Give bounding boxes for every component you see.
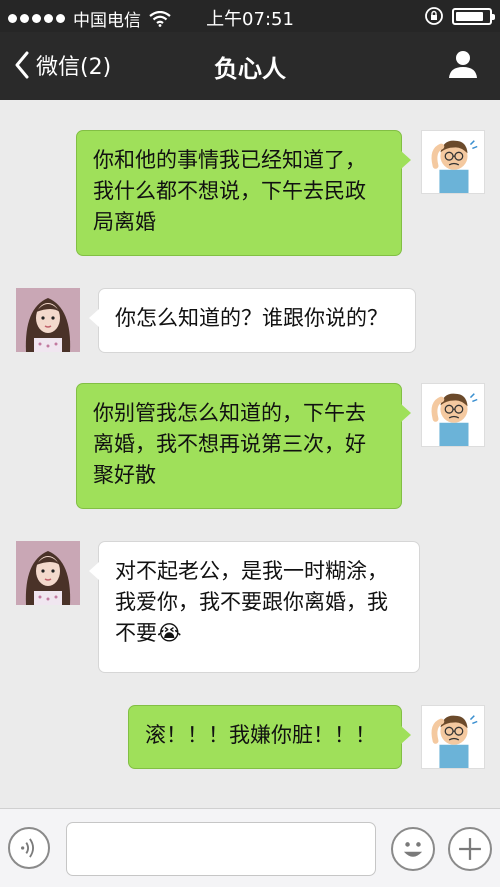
contact-avatar[interactable] — [16, 288, 80, 352]
voice-icon — [21, 838, 34, 858]
girl-photo-avatar-icon — [16, 541, 80, 605]
status-right — [424, 6, 495, 26]
my-avatar[interactable] — [421, 130, 485, 194]
smiley-icon — [403, 842, 423, 857]
cartoon-man-avatar-icon — [431, 393, 478, 446]
battery-fill — [456, 11, 484, 21]
cartoon-man-avatar-icon — [431, 715, 478, 768]
status-bar: 中国电信 上午07:51 — [0, 0, 500, 32]
message-text: 对不起老公，是我一时糊涂，我爱你，我不要跟你离婚，我不要 — [115, 559, 388, 645]
back-label: 微信(2) — [36, 55, 112, 80]
back-button[interactable]: 微信(2) — [14, 49, 111, 81]
emoji-button[interactable] — [391, 827, 435, 871]
message-bubble-sent[interactable]: 你别管我怎么知道的，下午去离婚，我不想再说第三次，好聚好散 — [76, 383, 411, 509]
input-bar — [0, 808, 500, 887]
chevron-left-icon — [15, 51, 29, 79]
girl-photo-avatar-icon — [16, 288, 80, 352]
plus-icon — [459, 838, 481, 860]
message-input[interactable] — [66, 822, 376, 876]
person-icon — [449, 51, 477, 78]
crying-emoji-icon: 😭 — [157, 621, 182, 645]
battery-icon — [452, 7, 495, 25]
more-button[interactable] — [448, 827, 492, 871]
contact-avatar[interactable] — [16, 541, 80, 605]
message-bubble-received[interactable]: 对不起老公，是我一时糊涂，我爱你，我不要跟你离婚，我不要😭 — [89, 541, 420, 673]
my-avatar[interactable] — [421, 705, 485, 769]
voice-button[interactable] — [8, 827, 50, 869]
message-bubble-sent[interactable]: 你和他的事情我已经知道了，我什么都不想说，下午去民政局离婚 — [76, 130, 411, 256]
profile-button[interactable] — [448, 49, 478, 83]
rotation-lock-icon — [425, 7, 443, 25]
chat-area: 你和他的事情我已经知道了，我什么都不想说，下午去民政局离婚 你怎么知道的？谁跟你… — [0, 100, 500, 808]
message-bubble-sent[interactable]: 滚！！！我嫌你脏！！！ — [128, 705, 411, 769]
message-bubble-received[interactable]: 你怎么知道的？谁跟你说的？ — [89, 288, 416, 353]
my-avatar[interactable] — [421, 383, 485, 447]
nav-bar: 微信(2) 负心人 — [0, 32, 500, 100]
cartoon-man-avatar-icon — [431, 140, 478, 193]
